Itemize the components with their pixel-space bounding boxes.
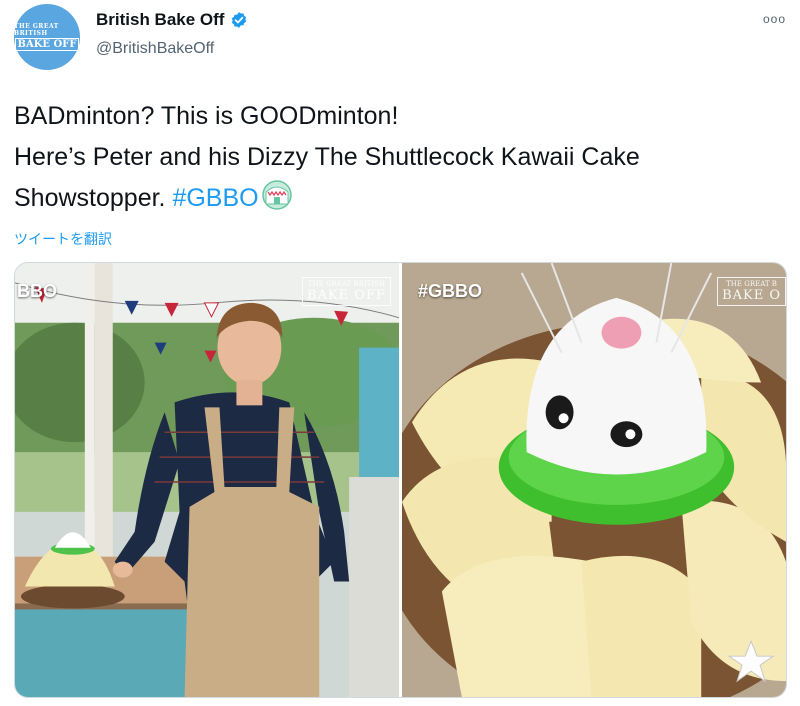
photo2-watermark-line2: BAKE O bbox=[722, 288, 781, 303]
avatar[interactable]: THE GREAT BRITISH BAKE OFF bbox=[14, 4, 80, 70]
translate-tweet-link[interactable]: ツイートを翻訳 bbox=[14, 229, 112, 249]
photo-contestant[interactable]: BBO THE GREAT BRITISH BAKE OFF bbox=[15, 263, 399, 697]
more-options-icon[interactable]: ooo bbox=[763, 12, 786, 26]
tweet-line-3: Showstopper. #GBBO bbox=[14, 178, 784, 219]
tweet-line-3-text: Showstopper. bbox=[14, 184, 173, 212]
photo2-tag: #GBBO bbox=[418, 281, 483, 301]
account-name-row[interactable]: British Bake Off bbox=[96, 10, 248, 30]
photo1-tag: BBO bbox=[17, 281, 57, 301]
verified-badge-icon bbox=[232, 12, 247, 28]
tweet-text: BADminton? This is GOODminton! Here’s Pe… bbox=[14, 96, 784, 219]
photo2-watermark: THE GREAT B BAKE O bbox=[717, 277, 786, 306]
contestant-photo-illustration bbox=[15, 263, 399, 697]
tweet-media: BBO THE GREAT BRITISH BAKE OFF #GBBO THE… bbox=[14, 262, 787, 698]
photo1-watermark: THE GREAT BRITISH BAKE OFF bbox=[302, 277, 391, 306]
tweet-line-2: Here’s Peter and his Dizzy The Shuttleco… bbox=[14, 143, 640, 171]
bake-off-tent-emoji-icon bbox=[261, 180, 292, 210]
display-name[interactable]: British Bake Off bbox=[96, 10, 224, 30]
tweet-line-1: BADminton? This is GOODminton! bbox=[14, 102, 399, 130]
avatar-line2: BAKE OFF bbox=[14, 38, 80, 51]
account-handle[interactable]: @BritishBakeOff bbox=[96, 40, 214, 58]
cake-photo-illustration bbox=[402, 263, 786, 697]
photo-cake[interactable]: #GBBO THE GREAT B BAKE O bbox=[402, 263, 786, 697]
photo1-watermark-line2: BAKE OFF bbox=[307, 288, 386, 303]
hashtag-link[interactable]: #GBBO bbox=[172, 184, 258, 212]
avatar-line1: THE GREAT BRITISH bbox=[14, 23, 59, 37]
